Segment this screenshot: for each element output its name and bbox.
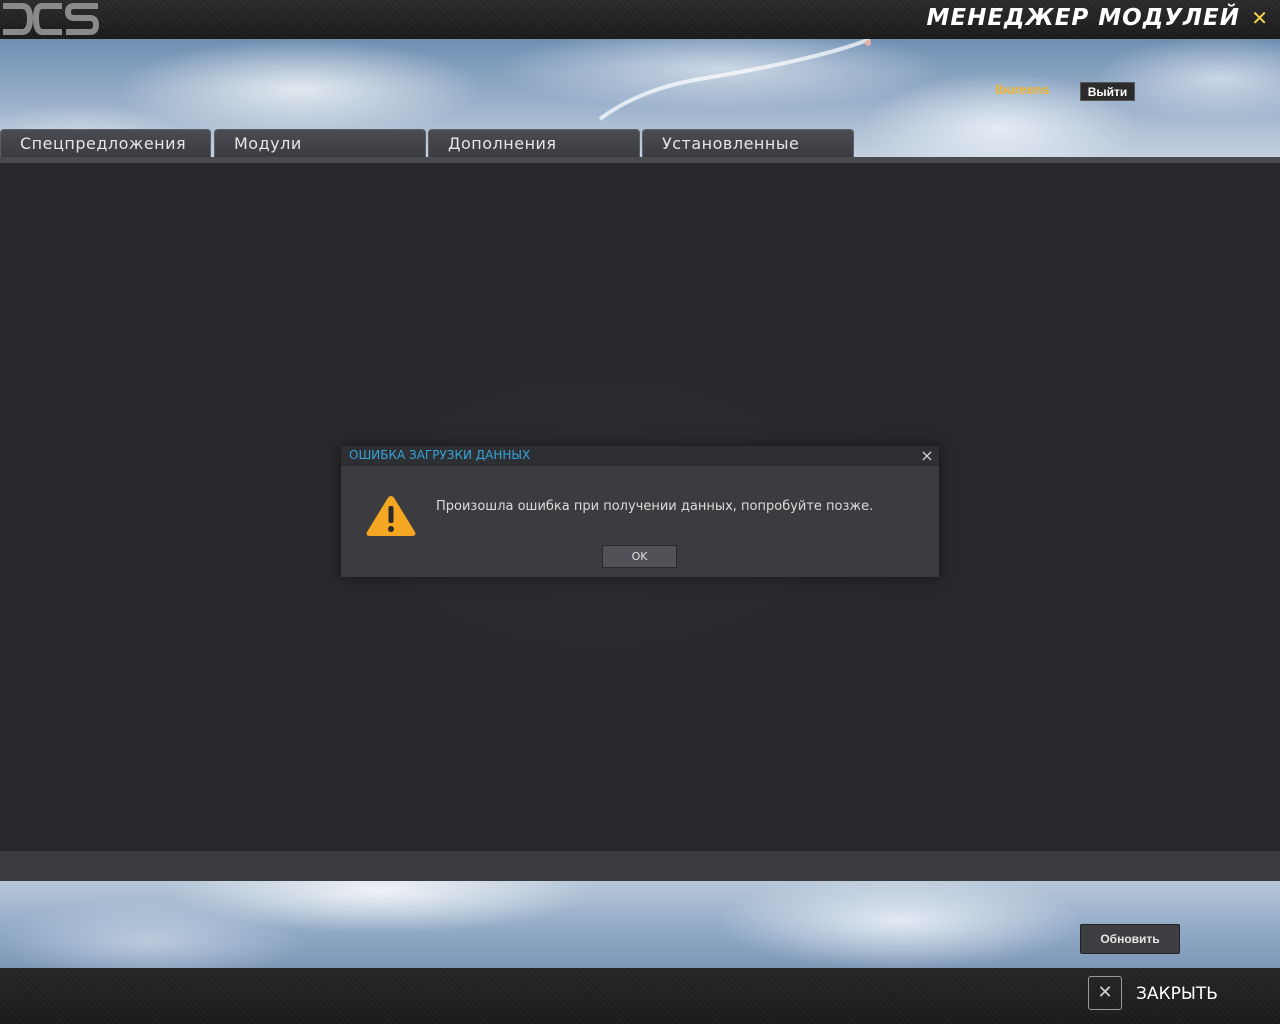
tab-bar: Спецпредложения Модули Дополнения Устано… <box>0 129 860 157</box>
app-title: МЕНЕДЖЕР МОДУЛЕЙ <box>926 5 1240 31</box>
error-dialog: ОШИБКА ЗАГРУЗКИ ДАННЫХ × Произошла ошибк… <box>341 446 939 577</box>
refresh-button[interactable]: Обновить <box>1080 924 1180 954</box>
warning-icon <box>366 496 416 536</box>
dcs-logo <box>3 2 100 35</box>
close-icon[interactable]: ✕ <box>1088 976 1122 1010</box>
ok-button[interactable]: OK <box>602 545 677 568</box>
tab-installed[interactable]: Установленные <box>642 129 854 157</box>
content-footer-strip <box>0 851 1280 881</box>
close-button-label[interactable]: ЗАКРЫТЬ <box>1136 984 1218 1004</box>
title-bar: МЕНЕДЖЕР МОДУЛЕЙ ✕ <box>0 0 1280 39</box>
tab-modules[interactable]: Модули <box>214 129 426 157</box>
tab-addons[interactable]: Дополнения <box>428 129 640 157</box>
dialog-header: ОШИБКА ЗАГРУЗКИ ДАННЫХ × <box>341 446 939 466</box>
dialog-title: ОШИБКА ЗАГРУЗКИ ДАННЫХ <box>349 448 531 462</box>
tab-special-offers[interactable]: Спецпредложения <box>0 129 211 157</box>
window-close-icon[interactable]: ✕ <box>1251 6 1268 30</box>
close-button[interactable]: ✕ ЗАКРЫТЬ <box>1088 976 1228 1012</box>
dialog-message: Произошла ошибка при получении данных, п… <box>436 499 874 514</box>
dialog-close-icon[interactable]: × <box>919 446 935 466</box>
username[interactable]: lbureens <box>995 82 1049 97</box>
logout-button[interactable]: Выйти <box>1080 82 1135 101</box>
